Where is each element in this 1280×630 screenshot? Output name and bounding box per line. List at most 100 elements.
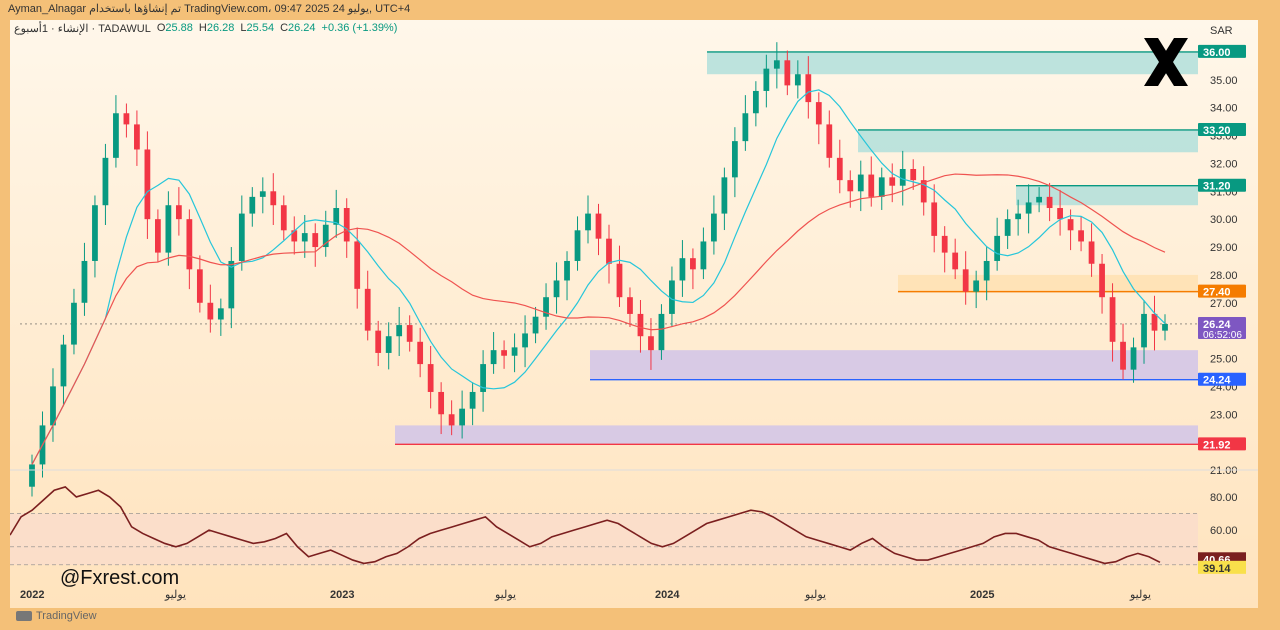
candle-body (794, 74, 801, 86)
ohlc-change: +0.36 (+1.39%) (321, 22, 398, 34)
candle-body (123, 113, 130, 125)
price-badge: 27.40 (1198, 284, 1246, 299)
candle-body (501, 350, 507, 356)
candle-body (878, 177, 885, 197)
candle-body (700, 241, 707, 270)
candle-body (1141, 313, 1147, 348)
chart-panel[interactable]: 21.0022.0023.0024.0025.0026.0027.0028.00… (10, 20, 1258, 608)
candle-body (553, 280, 560, 298)
candle-body (217, 308, 224, 320)
candle-body (648, 336, 654, 351)
tradingview-footer: TradingView (16, 610, 97, 622)
price-tick-label: 30.00 (1210, 214, 1238, 226)
time-axis-label: 2025 (970, 589, 994, 601)
candle-body (983, 260, 990, 281)
time-axis-label: 2022 (20, 589, 44, 601)
price-badge-label: 31.20 (1203, 181, 1231, 193)
ohlc-open: O25.88 (156, 22, 193, 34)
countdown-label: 06:52:06 (1203, 330, 1242, 341)
ohlc-close: C26.24 (280, 22, 316, 34)
candle-body (1036, 196, 1042, 203)
candle-body (301, 233, 308, 242)
candle-body (585, 213, 591, 231)
tradingview-brand: TradingView (36, 610, 97, 622)
candle-body (1162, 323, 1168, 331)
price-badge-label: 33.20 (1203, 125, 1231, 137)
candle-body (952, 252, 959, 270)
price-tick-label: 32.00 (1210, 158, 1238, 170)
candle-body (92, 205, 98, 261)
zone-rect (707, 51, 1198, 75)
rsi-tick-label: 80.00 (1210, 492, 1238, 504)
price-badge-label: 24.24 (1203, 375, 1231, 387)
candle-body (994, 235, 1001, 261)
price-tick-label: 35.00 (1210, 75, 1238, 87)
price-badge: 24.24 (1198, 372, 1246, 387)
price-tick-label: 29.00 (1210, 242, 1238, 254)
candle-body (784, 60, 791, 86)
price-badge: 36.00 (1198, 44, 1246, 59)
candle-body (1078, 230, 1084, 242)
price-chart-svg[interactable]: 21.0022.0023.0024.0025.0026.0027.0028.00… (10, 20, 1258, 608)
zone-rect (590, 350, 1198, 380)
candle-body (259, 191, 266, 197)
candle-body (1067, 219, 1074, 231)
candle-body (490, 350, 497, 365)
zone-rect (1016, 185, 1198, 206)
currency-label: SAR (1210, 25, 1233, 37)
candle-body (836, 157, 843, 181)
ohlc-low: L25.54 (240, 22, 275, 34)
candle-body (249, 196, 256, 214)
candle-body (102, 157, 109, 206)
candle-body (270, 191, 277, 206)
candle-body (574, 230, 581, 261)
candle-body (155, 219, 161, 253)
candle-body (196, 269, 203, 303)
rsi-badge-label: 39.14 (1203, 563, 1231, 575)
candle-body (857, 174, 864, 192)
candle-body (165, 205, 172, 253)
tradingview-logo-icon (16, 611, 32, 621)
candle-body (973, 280, 980, 292)
ohlc-high: H26.28 (198, 22, 235, 34)
candle-body (731, 141, 738, 178)
candle-body (113, 113, 119, 158)
rsi-badge: 39.14 (1198, 560, 1246, 575)
candle-body (889, 177, 896, 186)
candle-body (406, 325, 413, 342)
price-tick-label: 27.00 (1210, 298, 1238, 310)
candle-body (438, 391, 445, 415)
price-badge: 26.2406:52:06 (1198, 316, 1246, 341)
candle-body (81, 260, 88, 303)
candle-body (312, 233, 319, 248)
candle-body (144, 149, 151, 220)
candle-body (595, 213, 602, 239)
price-badge-label: 27.40 (1203, 287, 1231, 299)
price-badge: 31.20 (1198, 178, 1246, 193)
candle-body (1099, 263, 1105, 298)
brand-x-logo-icon (1144, 38, 1188, 86)
candle-body (1151, 313, 1158, 331)
price-tick-label: 25.00 (1210, 354, 1238, 366)
time-axis-label: يوليو (1129, 589, 1151, 601)
candle-body (826, 124, 833, 158)
price-tick-label: 28.00 (1210, 270, 1238, 282)
candle-body (186, 219, 193, 270)
candle-body (469, 391, 476, 409)
candle-body (752, 90, 759, 114)
candle-body (1046, 196, 1053, 209)
candle-body (50, 386, 56, 426)
candle-body (941, 235, 948, 253)
price-tick-label: 23.00 (1210, 409, 1238, 421)
candle-body (448, 414, 455, 426)
zone-rect (898, 274, 1198, 292)
candle-body (910, 168, 917, 181)
candle-body (773, 60, 780, 69)
candle-body (71, 302, 77, 345)
candle-body (962, 269, 969, 292)
time-axis-label: 2024 (655, 589, 680, 601)
time-axis-label: يوليو (494, 589, 516, 601)
watermark-text: @Fxrest.com (60, 567, 180, 589)
candle-body (690, 258, 696, 270)
candle-body (1057, 208, 1063, 220)
